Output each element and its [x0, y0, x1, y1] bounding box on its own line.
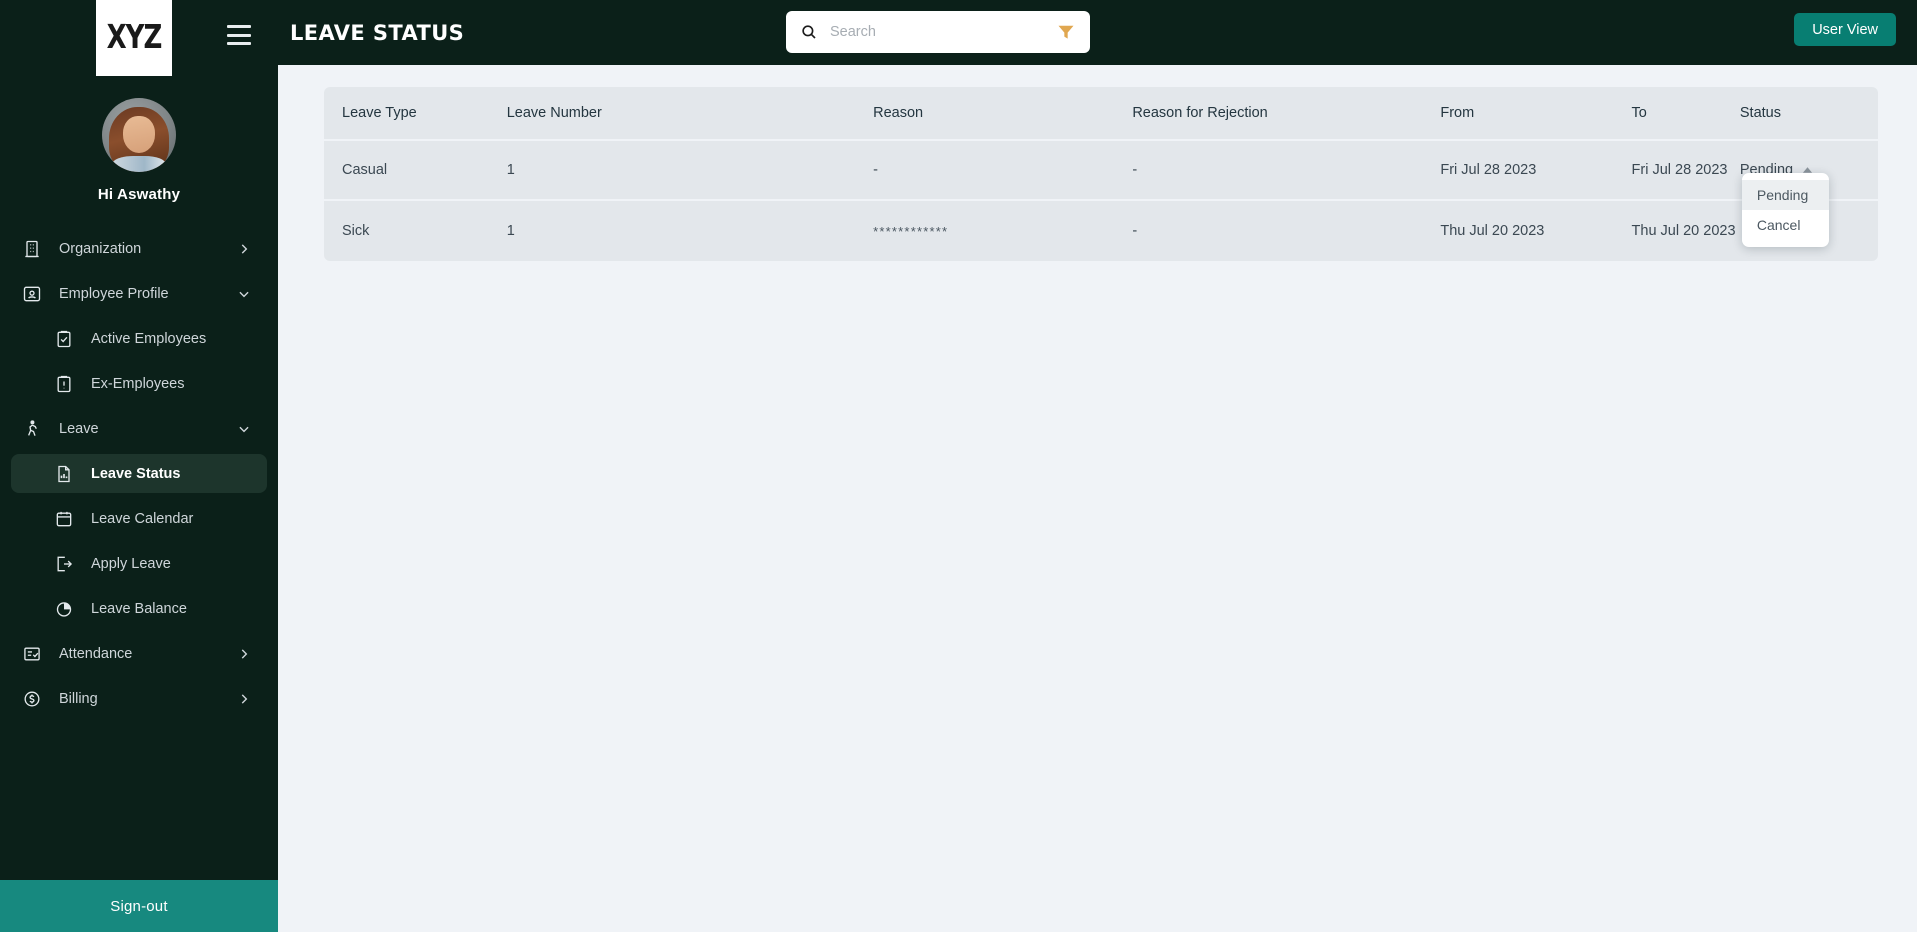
cell-to: Fri Jul 28 2023 — [1631, 141, 1740, 201]
sign-out-button[interactable]: Sign-out — [0, 880, 278, 932]
sidebar-item-label: Active Employees — [91, 330, 207, 347]
checklist-icon — [21, 643, 43, 665]
table-row: Casual 1 - - Fri Jul 28 2023 Fri Jul 28 … — [324, 141, 1878, 247]
main-area: LEAVE STATUS User View Leave Type Leave … — [278, 0, 1917, 932]
status-dropdown-menu: Pending Cancel — [1741, 173, 1829, 247]
sidebar-item-ex-employees[interactable]: Ex-Employees — [11, 364, 267, 403]
sidebar-item-label: Leave Status — [91, 465, 181, 482]
user-view-button[interactable]: User View — [1794, 13, 1896, 46]
column-header-to[interactable]: To — [1631, 87, 1740, 141]
user-profile: Hi Aswathy — [0, 98, 278, 203]
sidebar-item-apply-leave[interactable]: Apply Leave — [11, 544, 267, 583]
page-title: LEAVE STATUS — [290, 20, 465, 45]
sidebar-item-label: Leave Calendar — [91, 510, 194, 527]
walking-person-icon — [21, 418, 43, 440]
sidebar-item-leave-status[interactable]: Leave Status — [11, 454, 267, 493]
sidebar-item-label: Leave — [59, 420, 99, 437]
sidebar-item-billing[interactable]: Billing — [11, 679, 267, 718]
chevron-down-icon — [237, 287, 251, 301]
sidebar-item-attendance[interactable]: Attendance — [11, 634, 267, 673]
sidebar-nav: Organization Employee Profile Active Emp… — [0, 229, 278, 880]
chevron-right-icon — [237, 242, 251, 256]
app-logo[interactable]: XYZ — [96, 0, 172, 76]
leave-status-table-wrapper: Leave Type Leave Number Reason Reason fo… — [324, 87, 1878, 261]
table-body: Casual 1 - - Fri Jul 28 2023 Fri Jul 28 … — [324, 141, 1878, 261]
column-header-reason[interactable]: Reason — [873, 87, 1133, 141]
sidebar-item-organization[interactable]: Organization — [11, 229, 267, 268]
sidebar-item-label: Employee Profile — [59, 285, 169, 302]
cell-reason-for-rejection: - — [1132, 141, 1441, 201]
id-card-icon — [21, 283, 43, 305]
column-header-leave-number[interactable]: Leave Number — [506, 87, 874, 141]
chevron-down-icon — [237, 422, 251, 436]
sidebar-item-label: Attendance — [59, 645, 133, 662]
dropdown-option-cancel[interactable]: Cancel — [1742, 210, 1829, 240]
chevron-right-icon — [237, 692, 251, 706]
app-root: XYZ Hi Aswathy Organization Employee Pro… — [0, 0, 1917, 932]
cell-reason-for-rejection: - — [1132, 201, 1441, 261]
table-head: Leave Type Leave Number Reason Reason fo… — [324, 87, 1878, 141]
cell-leave-type: Sick — [324, 201, 507, 261]
sidebar-item-leave[interactable]: Leave — [11, 409, 267, 448]
cell-to: Thu Jul 20 2023 — [1631, 201, 1740, 261]
column-header-reason-for-rejection[interactable]: Reason for Rejection — [1132, 87, 1441, 141]
sidebar-item-label: Apply Leave — [91, 555, 171, 572]
logo-text: XYZ — [106, 19, 163, 57]
sidebar: XYZ Hi Aswathy Organization Employee Pro… — [0, 0, 278, 932]
document-chart-icon — [53, 463, 75, 485]
building-icon — [21, 238, 43, 260]
cell-from: Fri Jul 28 2023 — [1440, 141, 1632, 201]
sidebar-brand-row: XYZ — [0, 0, 278, 76]
clipboard-check-icon — [53, 328, 75, 350]
greeting-text: Hi Aswathy — [97, 186, 181, 203]
sidebar-item-leave-balance[interactable]: Leave Balance — [11, 589, 267, 628]
cell-reason: - — [873, 141, 1133, 201]
column-header-status[interactable]: Status — [1739, 87, 1878, 141]
column-header-leave-type[interactable]: Leave Type — [324, 87, 507, 141]
sidebar-item-label: Organization — [59, 240, 142, 257]
clipboard-alert-icon — [53, 373, 75, 395]
cell-leave-type: Casual — [324, 141, 507, 201]
sidebar-item-label: Leave Balance — [91, 600, 187, 617]
cell-leave-number: 1 — [506, 201, 874, 261]
search-bar[interactable] — [786, 11, 1090, 53]
cell-status: Pending Pending Cancel — [1739, 141, 1878, 247]
sidebar-item-leave-calendar[interactable]: Leave Calendar — [11, 499, 267, 538]
table-row: Sick 1 ************ - Thu Jul 20 2023 Th… — [324, 201, 1878, 261]
cell-leave-number: 1 — [506, 141, 874, 201]
cell-from: Thu Jul 20 2023 — [1440, 201, 1632, 261]
leave-status-table: Leave Type Leave Number Reason Reason fo… — [324, 87, 1878, 261]
dropdown-option-pending[interactable]: Pending — [1741, 180, 1829, 210]
top-bar: LEAVE STATUS User View — [278, 0, 1917, 65]
funnel-icon[interactable] — [1056, 22, 1076, 42]
logout-arrow-icon — [53, 553, 75, 575]
hamburger-icon[interactable] — [227, 25, 251, 45]
sidebar-item-label: Ex-Employees — [91, 375, 185, 392]
cell-reason: ************ — [873, 201, 1133, 261]
sidebar-item-label: Billing — [59, 690, 98, 707]
pie-chart-icon — [53, 598, 75, 620]
calendar-icon — [53, 508, 75, 530]
column-header-from[interactable]: From — [1440, 87, 1632, 141]
sidebar-item-employee-profile[interactable]: Employee Profile — [11, 274, 267, 313]
dollar-circle-icon — [21, 688, 43, 710]
sidebar-item-active-employees[interactable]: Active Employees — [11, 319, 267, 358]
table-header-row: Leave Type Leave Number Reason Reason fo… — [324, 87, 1878, 141]
search-input[interactable] — [830, 24, 1056, 40]
magnifier-icon — [800, 23, 818, 41]
chevron-right-icon — [237, 647, 251, 661]
content-area: Leave Type Leave Number Reason Reason fo… — [278, 65, 1917, 932]
avatar — [102, 98, 176, 172]
